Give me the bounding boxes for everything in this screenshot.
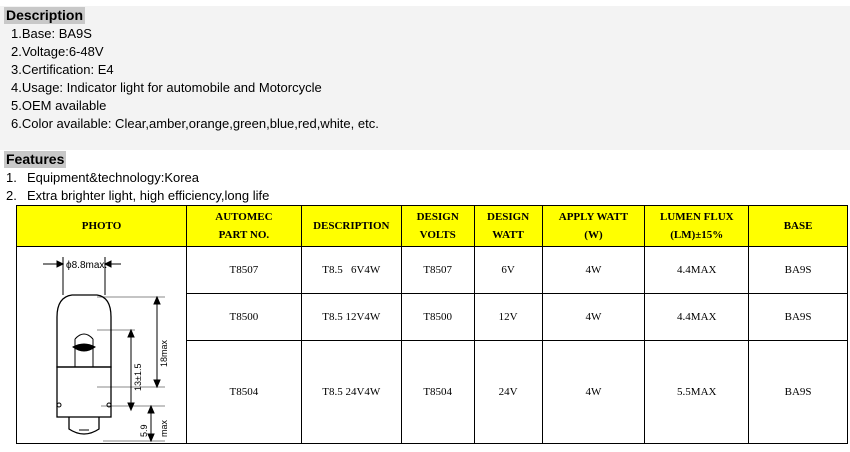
cell-watt: 24V xyxy=(473,340,543,444)
diameter-label: ϕ8.8max. xyxy=(66,260,107,271)
cell-volts: T8500 xyxy=(400,293,475,341)
cell-watt: 6V xyxy=(473,246,543,294)
header-design-volts: DESIGN VOLTS xyxy=(400,205,475,247)
base-length-label: 5.9 xyxy=(139,424,149,437)
cell-watt: 12V xyxy=(473,293,543,341)
cell-volts: T8507 xyxy=(400,246,475,294)
cell-base: BA9S xyxy=(748,293,848,341)
cell-description: T8.5 24V4W xyxy=(300,340,402,444)
header-part-no: AUTOMEC PART NO. xyxy=(185,205,302,247)
spec-table: PHOTO AUTOMEC PART NO. DESCRIPTION DESIGN… xyxy=(16,205,848,444)
feature-text: Extra brighter light, high efficiency,lo… xyxy=(27,188,270,203)
cell-part: T8507 xyxy=(185,246,302,294)
cell-part: T8504 xyxy=(185,340,302,444)
table-row: ϕ8.8max. 13±1.5 18max 5.9 max T8507 T8.5… xyxy=(16,246,848,444)
cell-lumen: 5.5MAX xyxy=(644,340,750,444)
feature-item: 2. Extra brighter light, high efficiency,… xyxy=(6,187,269,204)
description-item: 6.Color available: Clear,amber,orange,gr… xyxy=(11,116,379,131)
cell-lumen: 4.4MAX xyxy=(644,293,750,341)
cell-description: T8.5 12V4W xyxy=(300,293,402,341)
feature-item: 1. Equipment&technology:Korea xyxy=(6,169,199,186)
cell-description: T8.5 6V4W xyxy=(300,246,402,294)
cell-lumen: 4.4MAX xyxy=(644,246,750,294)
base-max-label: max xyxy=(159,419,169,437)
feature-text: Equipment&technology:Korea xyxy=(27,170,200,185)
cell-volts: T8504 xyxy=(400,340,475,444)
header-base: BASE xyxy=(748,205,848,247)
bulb-dimension-drawing: ϕ8.8max. 13±1.5 18max 5.9 max xyxy=(43,257,169,443)
header-description: DESCRIPTION xyxy=(300,205,402,247)
description-item: 5.OEM available xyxy=(11,98,107,113)
glass-length-label: 13±1.5 xyxy=(133,364,143,391)
header-apply-watt: APPLY WATT (W) xyxy=(541,205,646,247)
description-item: 4.Usage: Indicator light for automobile … xyxy=(11,80,322,95)
description-item: 2.Voltage:6-48V xyxy=(11,44,104,59)
header-photo: PHOTO xyxy=(16,205,187,247)
total-length-label: 18max xyxy=(159,339,169,367)
description-heading: Description xyxy=(4,7,86,24)
header-lumen-flux: LUMEN FLUX (LM)±15% xyxy=(644,205,750,247)
table-header-row: PHOTO AUTOMEC PART NO. DESCRIPTION DESIGN… xyxy=(16,205,848,247)
cell-apply: 4W xyxy=(541,246,646,294)
feature-number: 1. xyxy=(6,170,17,185)
cell-part: T8500 xyxy=(185,293,302,341)
feature-number: 2. xyxy=(6,188,17,203)
features-heading: Features xyxy=(4,151,67,168)
header-design-watt: DESIGN WATT xyxy=(473,205,543,247)
cell-base: BA9S xyxy=(748,340,848,444)
bulb-drawing-cell: ϕ8.8max. 13±1.5 18max 5.9 max xyxy=(16,246,187,444)
description-item: 1.Base: BA9S xyxy=(11,26,92,41)
cell-base: BA9S xyxy=(748,246,848,294)
cell-apply: 4W xyxy=(541,293,646,341)
description-item: 3.Certification: E4 xyxy=(11,62,114,77)
cell-apply: 4W xyxy=(541,340,646,444)
